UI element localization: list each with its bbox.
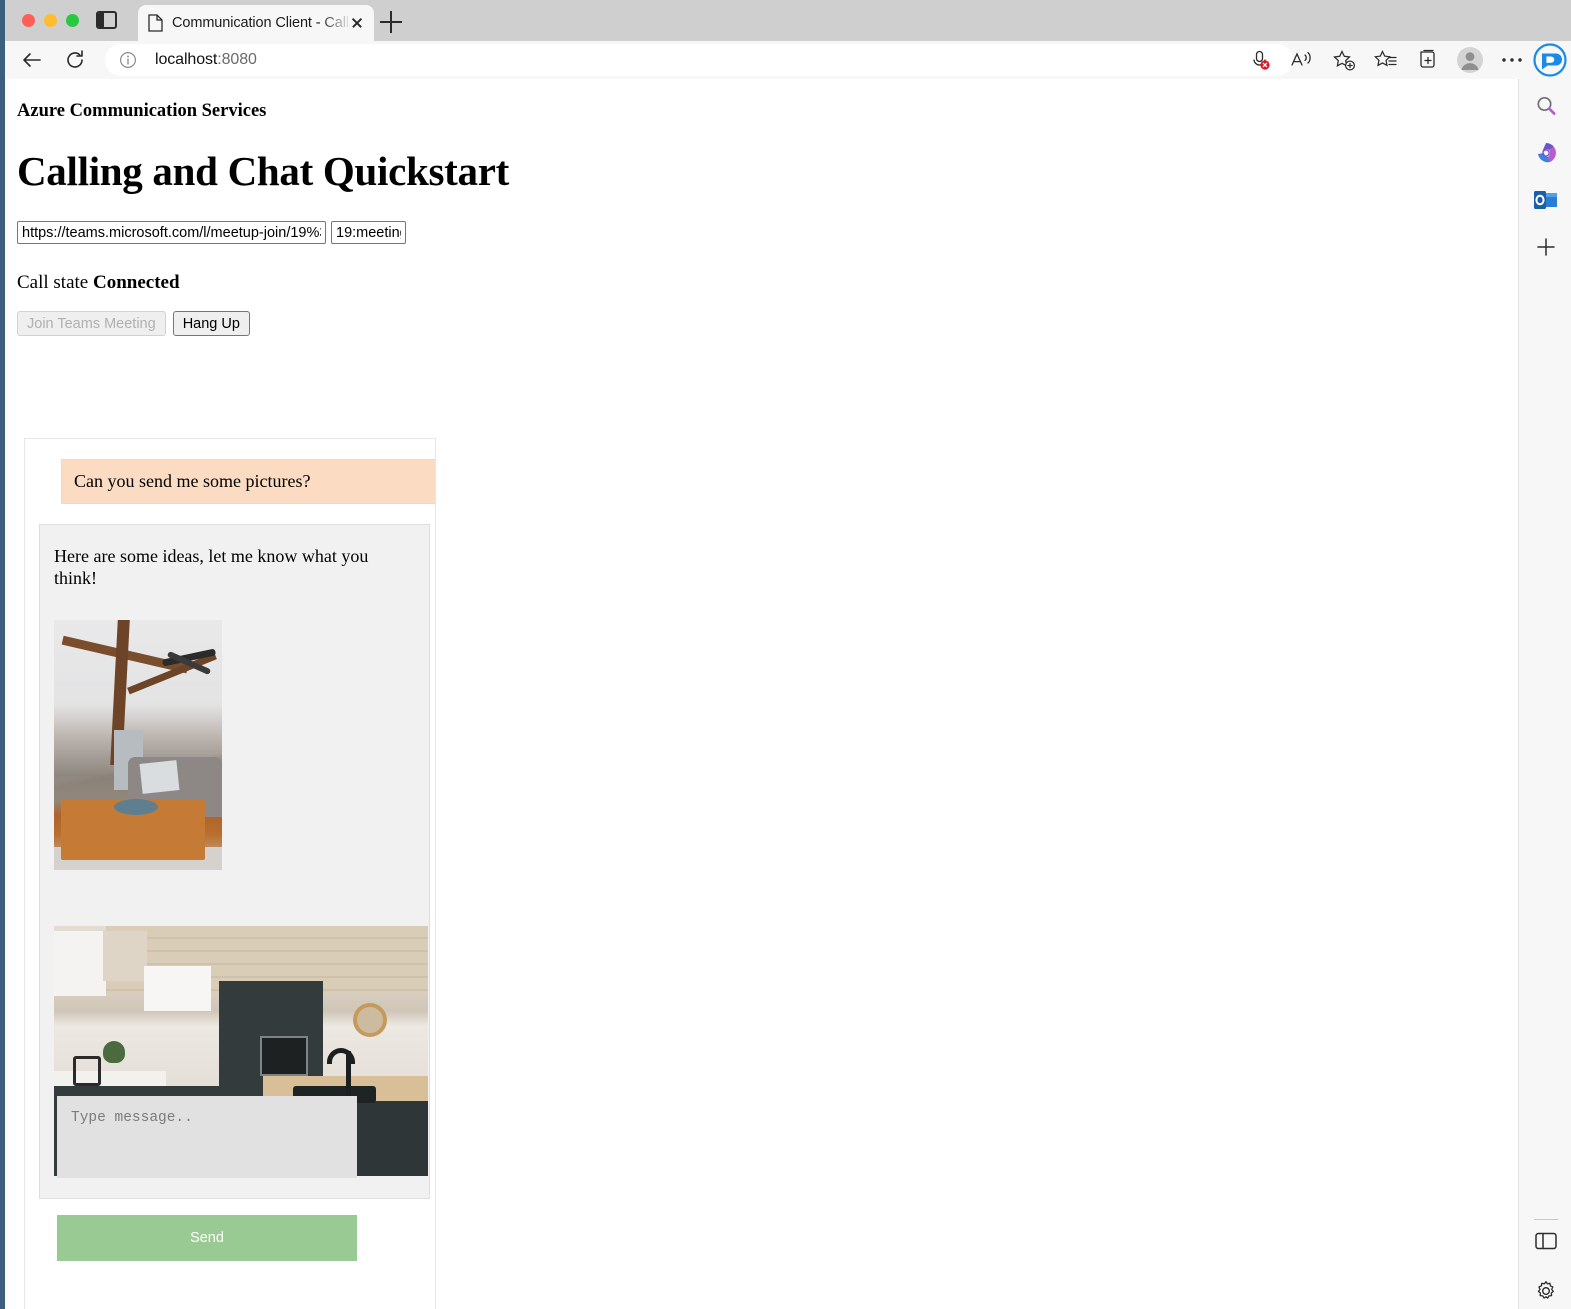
browser-window: Communication Client - Calling [0, 0, 1571, 1309]
meeting-inputs-row [17, 221, 1510, 244]
new-tab-button[interactable] [380, 11, 402, 33]
chat-composer: Send [57, 1096, 357, 1261]
outlook-icon[interactable] [1532, 186, 1560, 214]
microphone-muted-icon[interactable] [1239, 44, 1281, 76]
chat-widget: Can you send me some pictures? Here are … [24, 438, 436, 1309]
brand-heading: Azure Communication Services [17, 101, 267, 121]
navigation-toolbar: localhost:8080 [0, 41, 1571, 79]
search-icon[interactable] [1532, 92, 1560, 120]
page-icon [148, 14, 163, 32]
info-icon[interactable] [119, 51, 137, 69]
chat-message-remote: Can you send me some pictures? [61, 459, 435, 504]
tab-strip: Communication Client - Calling [0, 0, 1571, 41]
back-icon[interactable] [20, 48, 44, 72]
window-left-edge-top [0, 0, 5, 79]
collections-icon[interactable] [1407, 44, 1449, 76]
message-input[interactable] [57, 1096, 357, 1178]
message-attachments [54, 619, 428, 1176]
message-list: Can you send me some pictures? Here are … [39, 459, 435, 1199]
profile-avatar-icon[interactable] [1449, 44, 1491, 76]
add-tool-icon[interactable] [1532, 233, 1560, 261]
call-state-value: Connected [92, 272, 180, 293]
address-bar-text: localhost:8080 [155, 51, 257, 69]
thread-id-input[interactable] [331, 221, 406, 244]
address-bar[interactable]: localhost:8080 [105, 44, 1293, 76]
hang-up-button[interactable]: Hang Up [172, 311, 250, 336]
settings-gear-icon[interactable] [1532, 1277, 1560, 1305]
browser-tab[interactable]: Communication Client - Calling [138, 5, 374, 41]
call-state-row: Call state Connected [17, 272, 1510, 294]
close-window-button[interactable] [22, 14, 35, 27]
message-text: Can you send me some pictures? [74, 471, 311, 491]
minimize-window-button[interactable] [44, 14, 57, 27]
join-teams-meeting-button[interactable]: Join Teams Meeting [17, 311, 166, 336]
meeting-link-input[interactable] [17, 221, 326, 244]
microsoft-365-icon[interactable] [1532, 139, 1560, 167]
tab-actions-panel-icon[interactable] [96, 11, 117, 29]
page-viewport: Azure Communication Services Calling and… [0, 79, 1518, 1309]
copilot-icon[interactable] [1533, 43, 1567, 77]
call-buttons-row: Join Teams Meeting Hang Up [17, 311, 1510, 336]
send-button[interactable]: Send [57, 1215, 357, 1261]
split-pane-icon[interactable] [1532, 1227, 1560, 1255]
address-host: localhost [155, 51, 218, 68]
reload-icon[interactable] [63, 48, 87, 72]
page-title: Calling and Chat Quickstart [17, 148, 509, 194]
favorites-list-icon[interactable] [1365, 44, 1407, 76]
address-port: :8080 [217, 51, 257, 68]
add-favorite-icon[interactable] [1323, 44, 1365, 76]
message-text: Here are some ideas, let me know what yo… [54, 545, 369, 589]
read-aloud-icon[interactable] [1281, 44, 1323, 76]
sidebar-divider [1534, 1219, 1558, 1220]
toolbar-icon-group [1239, 44, 1533, 76]
window-traffic-lights [22, 14, 79, 27]
close-tab-button[interactable] [348, 14, 366, 32]
edge-sidebar [1518, 79, 1571, 1309]
tab-title: Communication Client - Calling [172, 15, 348, 31]
call-state-label: Call state [17, 272, 89, 293]
maximize-window-button[interactable] [66, 14, 79, 27]
living-room-photo[interactable] [54, 619, 222, 870]
more-options-icon[interactable] [1491, 44, 1533, 76]
